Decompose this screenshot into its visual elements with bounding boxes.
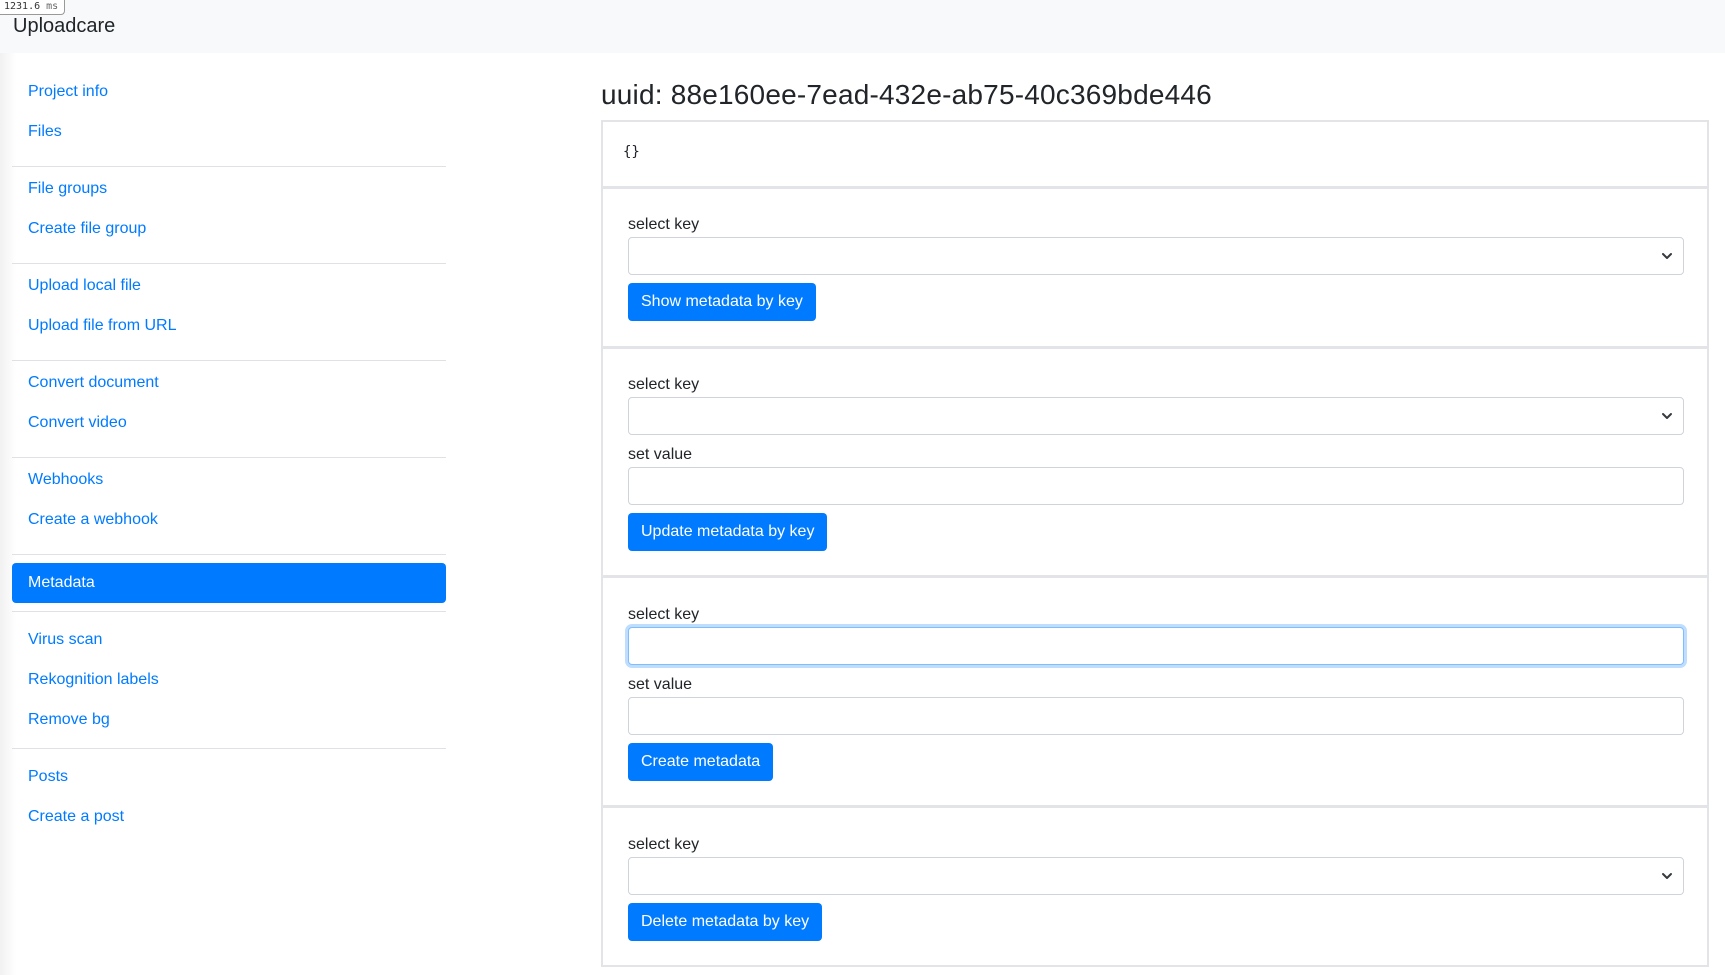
sidebar-divider [12, 263, 446, 264]
show-key-select[interactable] [628, 237, 1684, 275]
create-value-input[interactable] [628, 697, 1684, 735]
sidebar-item-virus-scan[interactable]: Virus scan [12, 620, 446, 660]
update-metadata-button[interactable]: Update metadata by key [628, 513, 828, 551]
sidebar-item-project-info[interactable]: Project info [12, 72, 446, 112]
delete-key-label: select key [628, 836, 700, 853]
chevron-down-icon [1662, 253, 1672, 259]
sidebar-item-convert-video[interactable]: Convert video [12, 403, 446, 443]
metadata-json-output: {} [623, 144, 640, 160]
render-time-value: 1231.6 [4, 1, 41, 12]
delete-metadata-button[interactable]: Delete metadata by key [628, 903, 823, 941]
sidebar-group-addons: Virus scan Rekognition labels Remove bg [12, 620, 446, 740]
render-time-badge: 1231.6 ms [0, 0, 66, 15]
sidebar-item-file-groups[interactable]: File groups [12, 169, 446, 209]
sidebar-item-upload-local-file[interactable]: Upload local file [12, 266, 446, 306]
render-time-unit: ms [46, 1, 59, 12]
page-title: uuid: 88e160ee-7ead-432e-ab75-40c369bde4… [601, 79, 1212, 110]
show-metadata-button[interactable]: Show metadata by key [628, 283, 816, 321]
sidebar-item-create-webhook[interactable]: Create a webhook [12, 500, 446, 540]
sidebar-divider [12, 457, 446, 458]
sidebar-item-files[interactable]: Files [12, 112, 446, 152]
sidebar-item-upload-file-from-url[interactable]: Upload file from URL [12, 306, 446, 346]
create-key-label: select key [628, 606, 700, 623]
sidebar-item-convert-document[interactable]: Convert document [12, 363, 446, 403]
sidebar-item-create-file-group[interactable]: Create file group [12, 209, 446, 249]
sidebar-item-remove-bg[interactable]: Remove bg [12, 700, 446, 740]
show-key-label: select key [628, 216, 700, 233]
sidebar-item-rekognition-labels[interactable]: Rekognition labels [12, 660, 446, 700]
sidebar-group-webhooks: Webhooks Create a webhook [12, 460, 446, 540]
sidebar-group-convert: Convert document Convert video [12, 363, 446, 443]
top-navbar: Uploadcare [0, 0, 1725, 53]
sidebar-divider [12, 554, 446, 555]
update-key-label: select key [628, 376, 700, 393]
sidebar-item-posts[interactable]: Posts [12, 757, 446, 797]
sidebar-group-groups: File groups Create file group [12, 169, 446, 249]
chevron-down-icon [1662, 873, 1672, 879]
chevron-down-icon [1662, 413, 1672, 419]
sidebar-divider [12, 748, 446, 749]
sidebar-divider [12, 166, 446, 167]
sidebar-item-webhooks[interactable]: Webhooks [12, 460, 446, 500]
update-value-input[interactable] [628, 467, 1684, 505]
metadata-output-card [601, 120, 1709, 188]
update-key-select[interactable] [628, 397, 1684, 435]
create-value-label: set value [628, 676, 693, 693]
sidebar-divider [12, 360, 446, 361]
delete-key-select[interactable] [628, 857, 1684, 895]
sidebar-item-create-post[interactable]: Create a post [12, 797, 446, 837]
sidebar: Project info Files File groups Create fi… [0, 53, 454, 975]
sidebar-group-upload: Upload local file Upload file from URL [12, 266, 446, 346]
sidebar-group-project: Project info Files [12, 72, 446, 152]
sidebar-item-metadata[interactable]: Metadata [12, 563, 446, 603]
sidebar-group-posts: Posts Create a post [12, 757, 446, 837]
create-metadata-button[interactable]: Create metadata [628, 743, 774, 781]
sidebar-group-metadata: Metadata [12, 563, 446, 603]
sidebar-divider [12, 611, 446, 612]
create-key-input[interactable] [628, 627, 1684, 665]
update-value-label: set value [628, 446, 693, 463]
brand-link[interactable]: Uploadcare [13, 13, 115, 39]
